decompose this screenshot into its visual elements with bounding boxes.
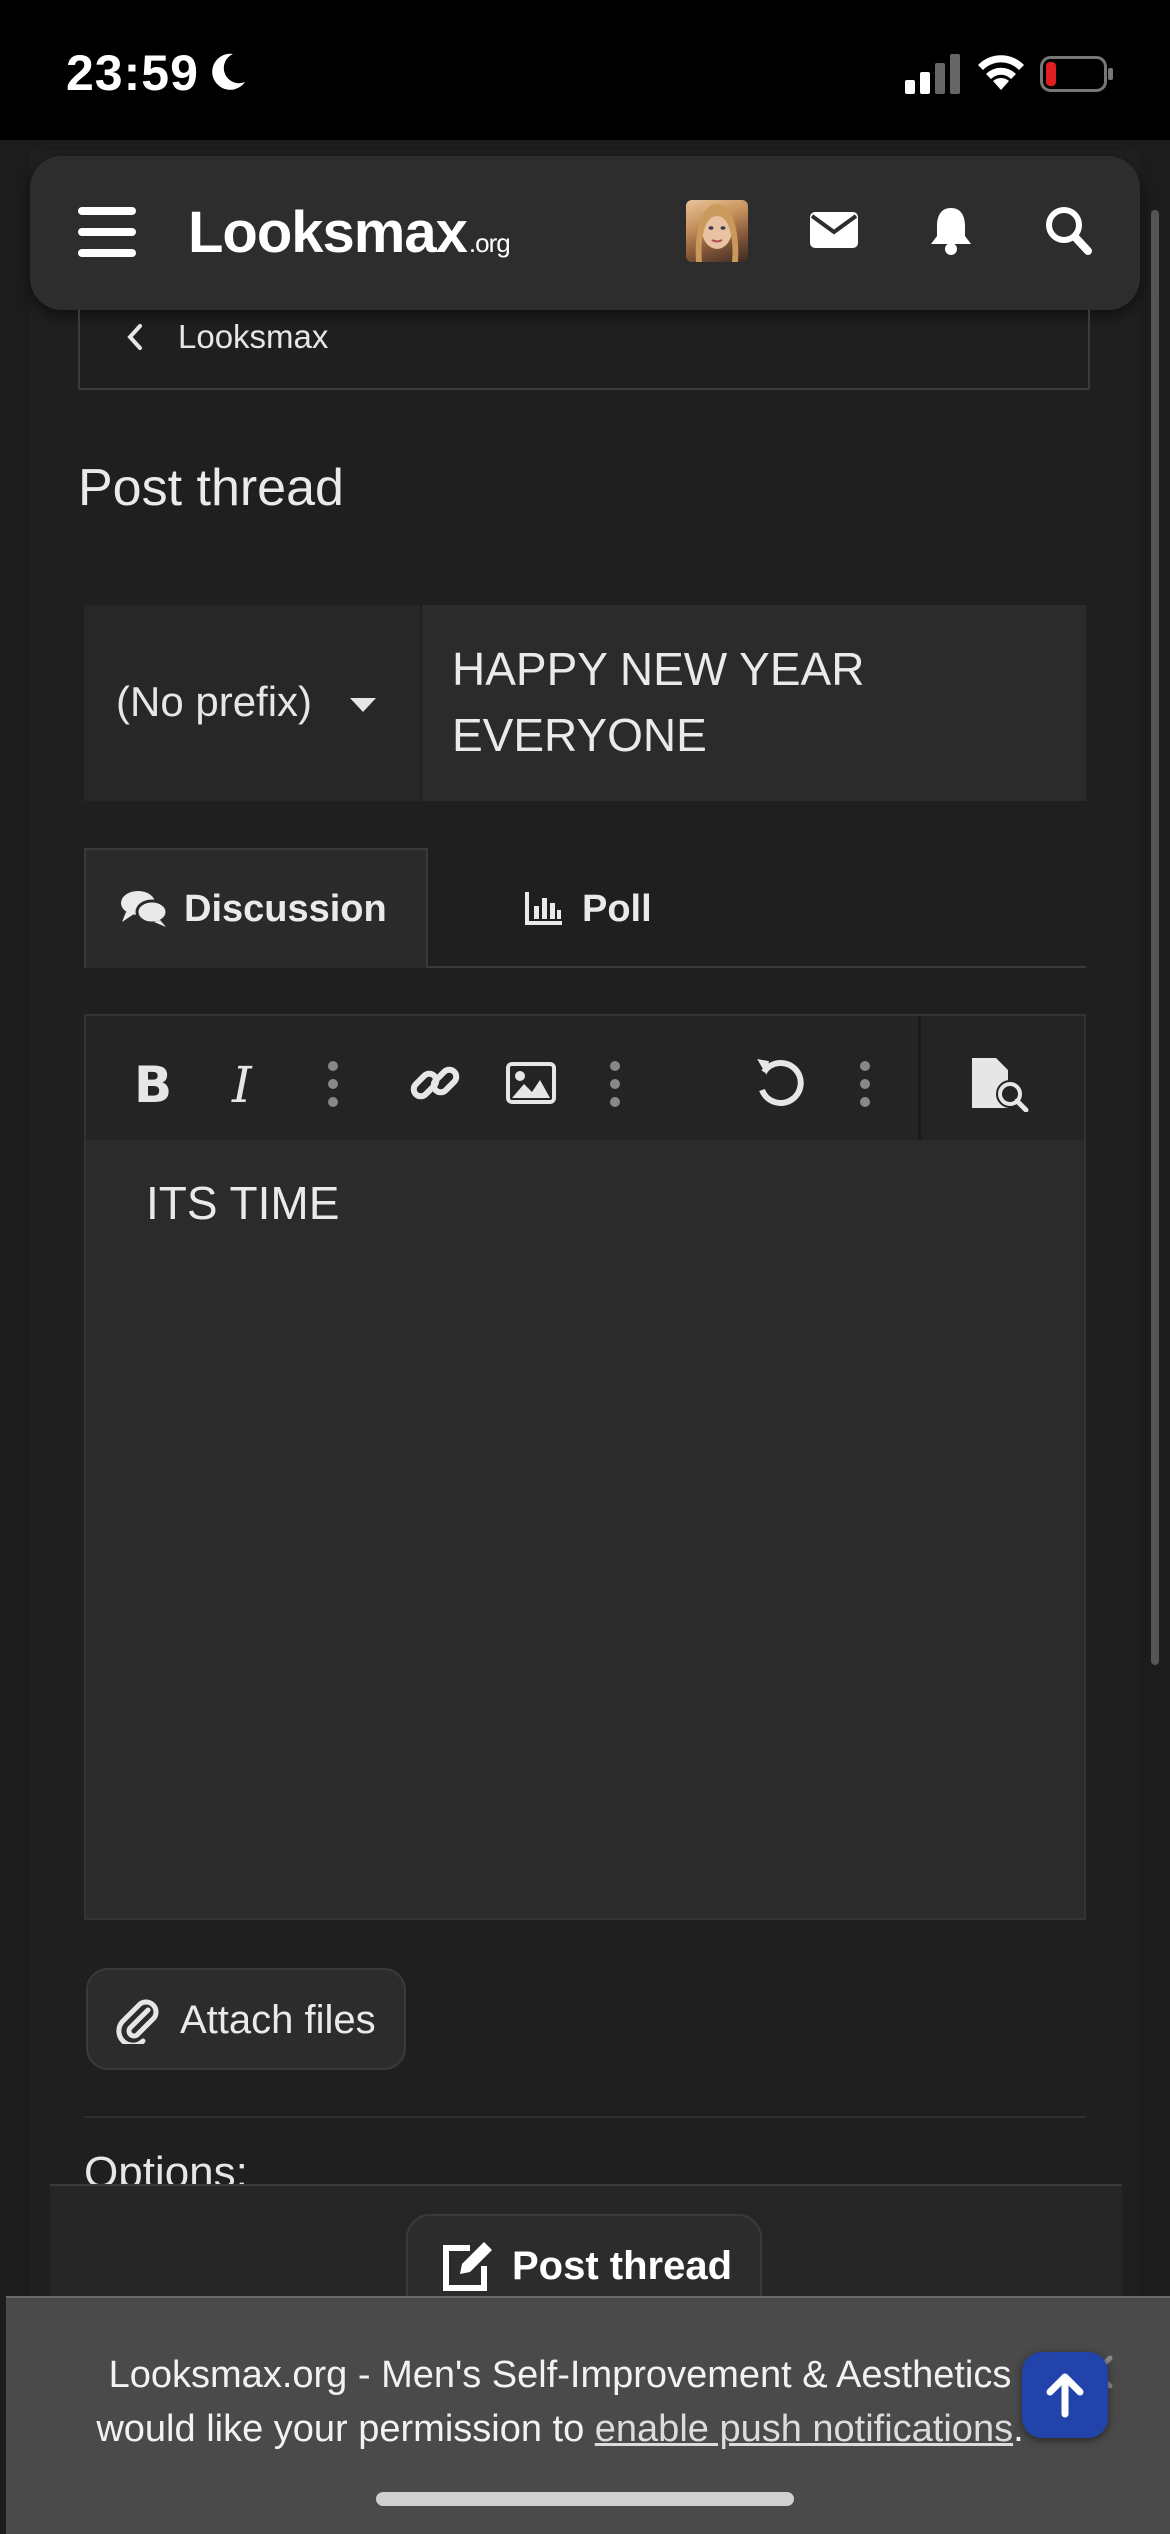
search-icon[interactable] (1044, 205, 1092, 255)
svg-text:B: B (134, 1058, 172, 1108)
thread-title-value: HAPPY NEW YEAR EVERYONE (452, 643, 865, 761)
logo-suffix: .org (468, 228, 511, 258)
arrow-up-icon (1046, 2373, 1084, 2418)
bar-chart-icon (525, 892, 562, 925)
image-icon[interactable] (506, 1062, 556, 1104)
svg-text:I: I (231, 1058, 253, 1108)
wifi-icon (978, 55, 1024, 90)
more-text-options-icon[interactable] (322, 1058, 344, 1110)
battery-icon (1040, 56, 1113, 92)
bold-icon[interactable]: B (132, 1058, 172, 1108)
prefix-select-value: (No prefix) (116, 678, 313, 725)
menu-icon[interactable] (78, 207, 136, 257)
home-indicator[interactable] (376, 2492, 794, 2506)
tab-poll-label: Poll (582, 888, 652, 930)
status-time: 23:59 (66, 45, 199, 101)
toolbar-separator (918, 1016, 921, 1140)
scroll-to-top-button[interactable] (1022, 2352, 1108, 2438)
message-editor[interactable] (84, 1014, 1086, 1920)
more-insert-options-icon[interactable] (604, 1058, 626, 1110)
preview-icon[interactable] (970, 1056, 1032, 1112)
more-options-icon[interactable] (854, 1058, 876, 1110)
site-logo[interactable]: Looksmax.org (188, 199, 511, 266)
editor-body-text[interactable]: ITS TIME (146, 1176, 339, 1230)
breadcrumb-link[interactable]: Looksmax (178, 318, 328, 356)
link-icon[interactable] (408, 1056, 462, 1110)
user-avatar[interactable] (686, 200, 748, 262)
page-scrollbar[interactable] (1151, 210, 1159, 1665)
moon-icon (212, 53, 245, 90)
edit-icon (443, 2242, 492, 2291)
post-thread-label: Post thread (512, 2244, 733, 2288)
chevron-left-icon[interactable] (124, 322, 146, 352)
enable-push-link[interactable]: enable push notifications (595, 2408, 1013, 2450)
caret-down-icon (350, 698, 376, 712)
avatar-image (695, 204, 739, 262)
comments-icon (121, 891, 168, 927)
undo-icon[interactable] (754, 1056, 804, 1108)
page-title: Post thread (78, 459, 344, 517)
tab-discussion-label: Discussion (184, 888, 387, 930)
cellular-signal-icon (905, 54, 960, 94)
attach-files-label: Attach files (180, 1998, 376, 2042)
logo-text: Looksmax (188, 200, 468, 265)
paperclip-icon (116, 1999, 159, 2044)
mail-icon[interactable] (810, 210, 858, 250)
bell-icon[interactable] (928, 204, 974, 256)
push-notification-message: Looksmax.org - Men's Self-Improvement & … (60, 2348, 1060, 2456)
section-divider (84, 2116, 1086, 2118)
italic-icon[interactable]: I (228, 1058, 268, 1108)
